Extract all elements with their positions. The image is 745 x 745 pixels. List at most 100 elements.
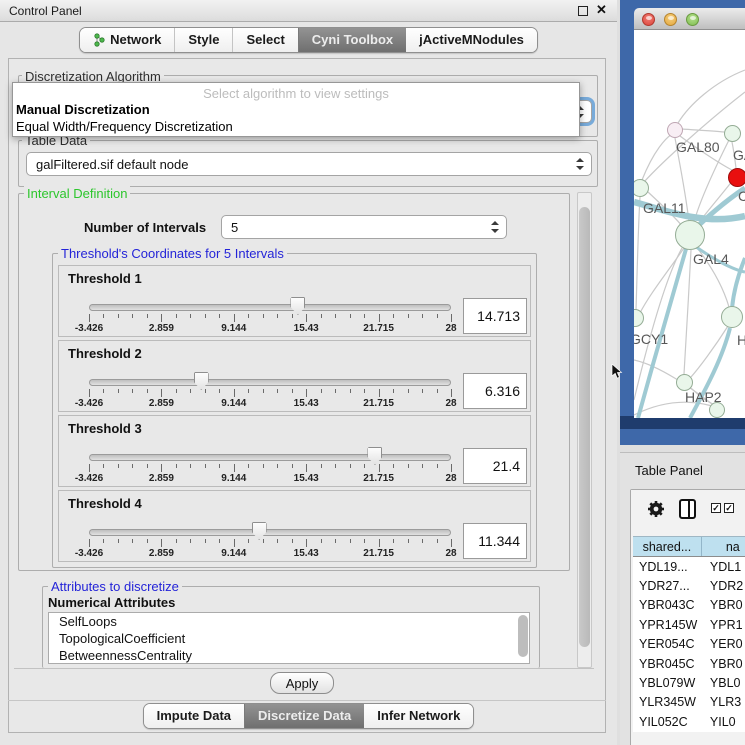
table-cell[interactable]: YBL0 (706, 673, 745, 692)
numerical-attributes-list[interactable]: SelfLoops TopologicalCoefficient Between… (48, 612, 530, 664)
list-item[interactable]: BetweennessCentrality (49, 647, 529, 664)
tab-label: jActiveMNodules (419, 32, 524, 47)
tick-label: 9.144 (221, 548, 246, 559)
table-cell[interactable]: YDL1 (706, 557, 745, 576)
network-node[interactable] (709, 402, 725, 418)
slider-ticks: -3.4262.8599.14415.4321.71528 (89, 464, 451, 484)
slider-thumb[interactable] (194, 372, 209, 390)
slider-thumb[interactable] (367, 447, 382, 465)
slider-track[interactable] (89, 529, 451, 536)
tick-mark (321, 539, 322, 543)
tab-style[interactable]: Style (174, 28, 232, 52)
threshold-value-field[interactable]: 11.344 (463, 523, 527, 559)
table-row[interactable]: YDL19...YDL1 (633, 557, 745, 576)
table-cell[interactable]: YER0 (706, 635, 745, 654)
table-cell[interactable]: YDL19... (633, 557, 706, 576)
control-panel-titlebar: Control Panel ✕ (0, 0, 617, 22)
table-cell[interactable]: YIL052C (633, 712, 706, 731)
network-canvas[interactable]: GAL80GACGAL11GAL4GCY1HHAP2 (634, 30, 745, 418)
table-cell[interactable]: YDR2 (706, 576, 745, 595)
table-row[interactable]: YDR27...YDR2 (633, 576, 745, 595)
dropdown-item-manual-discretization[interactable]: Manual Discretization (13, 101, 579, 118)
table-data-combobox[interactable]: galFiltered.sif default node (26, 152, 592, 176)
vertical-scrollbar[interactable] (577, 192, 592, 668)
tick-mark (422, 314, 423, 318)
network-node-label: GA (733, 147, 745, 163)
scrollbar-thumb[interactable] (579, 207, 590, 647)
network-node[interactable] (724, 125, 741, 142)
table-row[interactable]: YBR045CYBR0 (633, 654, 745, 673)
tab-jactivemnodules[interactable]: jActiveMNodules (406, 28, 537, 52)
tick-mark (321, 314, 322, 318)
close-icon[interactable]: ✕ (596, 2, 607, 18)
column-chooser-icon[interactable] (679, 499, 696, 519)
tick-mark (176, 314, 177, 318)
tick-mark (393, 389, 394, 393)
threshold-value-field[interactable]: 6.316 (463, 373, 527, 409)
table-row[interactable]: YBL079WYBL0 (633, 673, 745, 692)
minimize-button[interactable] (664, 13, 677, 26)
table-row[interactable]: YBR043CYBR0 (633, 596, 745, 615)
tick-label: 2.859 (149, 323, 174, 334)
table-cell[interactable]: YPR145W (633, 615, 706, 634)
tab-select[interactable]: Select (232, 28, 297, 52)
threshold-value-field[interactable]: 14.713 (463, 298, 527, 334)
table-header-shared[interactable]: shared... (633, 537, 702, 556)
list-scrollbar[interactable] (518, 615, 528, 657)
list-item[interactable]: TopologicalCoefficient (49, 630, 529, 647)
zoom-button[interactable] (686, 13, 699, 26)
checkbox-icon[interactable]: ✓ (711, 503, 721, 513)
table-cell[interactable]: YDR27... (633, 576, 706, 595)
slider-track[interactable] (89, 379, 451, 386)
tab-label: Select (246, 32, 284, 47)
settings-gear-icon[interactable] (647, 500, 665, 518)
tab-infer-network[interactable]: Infer Network (364, 704, 473, 728)
network-node[interactable] (675, 220, 705, 250)
table-cell[interactable]: YBR045C (633, 654, 706, 673)
table-cell[interactable]: YIL0 (706, 712, 745, 731)
num-intervals-combobox[interactable]: 5 (221, 215, 507, 239)
table-cell[interactable]: YPR1 (706, 615, 745, 634)
tab-network[interactable]: Network (80, 28, 174, 52)
network-node[interactable] (728, 168, 745, 187)
slider-thumb[interactable] (252, 522, 267, 540)
slider-thumb[interactable] (290, 297, 305, 315)
tick-mark (118, 314, 119, 318)
close-button[interactable] (642, 13, 655, 26)
tick-label: 9.144 (221, 473, 246, 484)
tick-mark (292, 539, 293, 543)
table-cell[interactable]: YBR0 (706, 596, 745, 615)
tick-mark (437, 464, 438, 468)
float-window-icon[interactable] (578, 6, 588, 16)
slider-track[interactable] (89, 304, 451, 311)
table-row[interactable]: YPR145WYPR1 (633, 615, 745, 634)
tab-discretize-data[interactable]: Discretize Data (244, 704, 364, 728)
table-row[interactable]: YIL052CYIL0 (633, 712, 745, 731)
threshold-value-field[interactable]: 21.4 (463, 448, 527, 484)
tab-cyni-toolbox[interactable]: Cyni Toolbox (298, 28, 406, 52)
tick-mark (103, 539, 104, 543)
tick-mark (451, 539, 452, 547)
table-cell[interactable]: YBL079W (633, 673, 706, 692)
table-header-name[interactable]: na (702, 537, 745, 556)
table-row[interactable]: YER054CYER0 (633, 635, 745, 654)
table-cell[interactable]: YBR043C (633, 596, 706, 615)
slider-track[interactable] (89, 454, 451, 461)
tick-mark (161, 389, 162, 397)
apply-button[interactable]: Apply (270, 672, 334, 694)
table-cell[interactable]: YLR3 (706, 693, 745, 712)
table-row[interactable]: YLR345WYLR3 (633, 693, 745, 712)
network-node[interactable] (676, 374, 693, 391)
table-cell[interactable]: YLR345W (633, 693, 706, 712)
list-item[interactable]: SelfLoops (49, 613, 529, 630)
network-node[interactable] (721, 306, 743, 328)
bottom-tab-bar: Impute Data Discretize Data Infer Networ… (0, 703, 617, 729)
checkbox-icon[interactable]: ✓ (724, 503, 734, 513)
tick-mark (118, 539, 119, 543)
dropdown-item-equal-width-frequency[interactable]: Equal Width/Frequency Discretization (13, 118, 579, 135)
network-node[interactable] (667, 122, 683, 138)
table-cell[interactable]: YER054C (633, 635, 706, 654)
table-cell[interactable]: YBR0 (706, 654, 745, 673)
network-window-titlebar[interactable] (634, 8, 745, 30)
tab-impute-data[interactable]: Impute Data (144, 704, 244, 728)
